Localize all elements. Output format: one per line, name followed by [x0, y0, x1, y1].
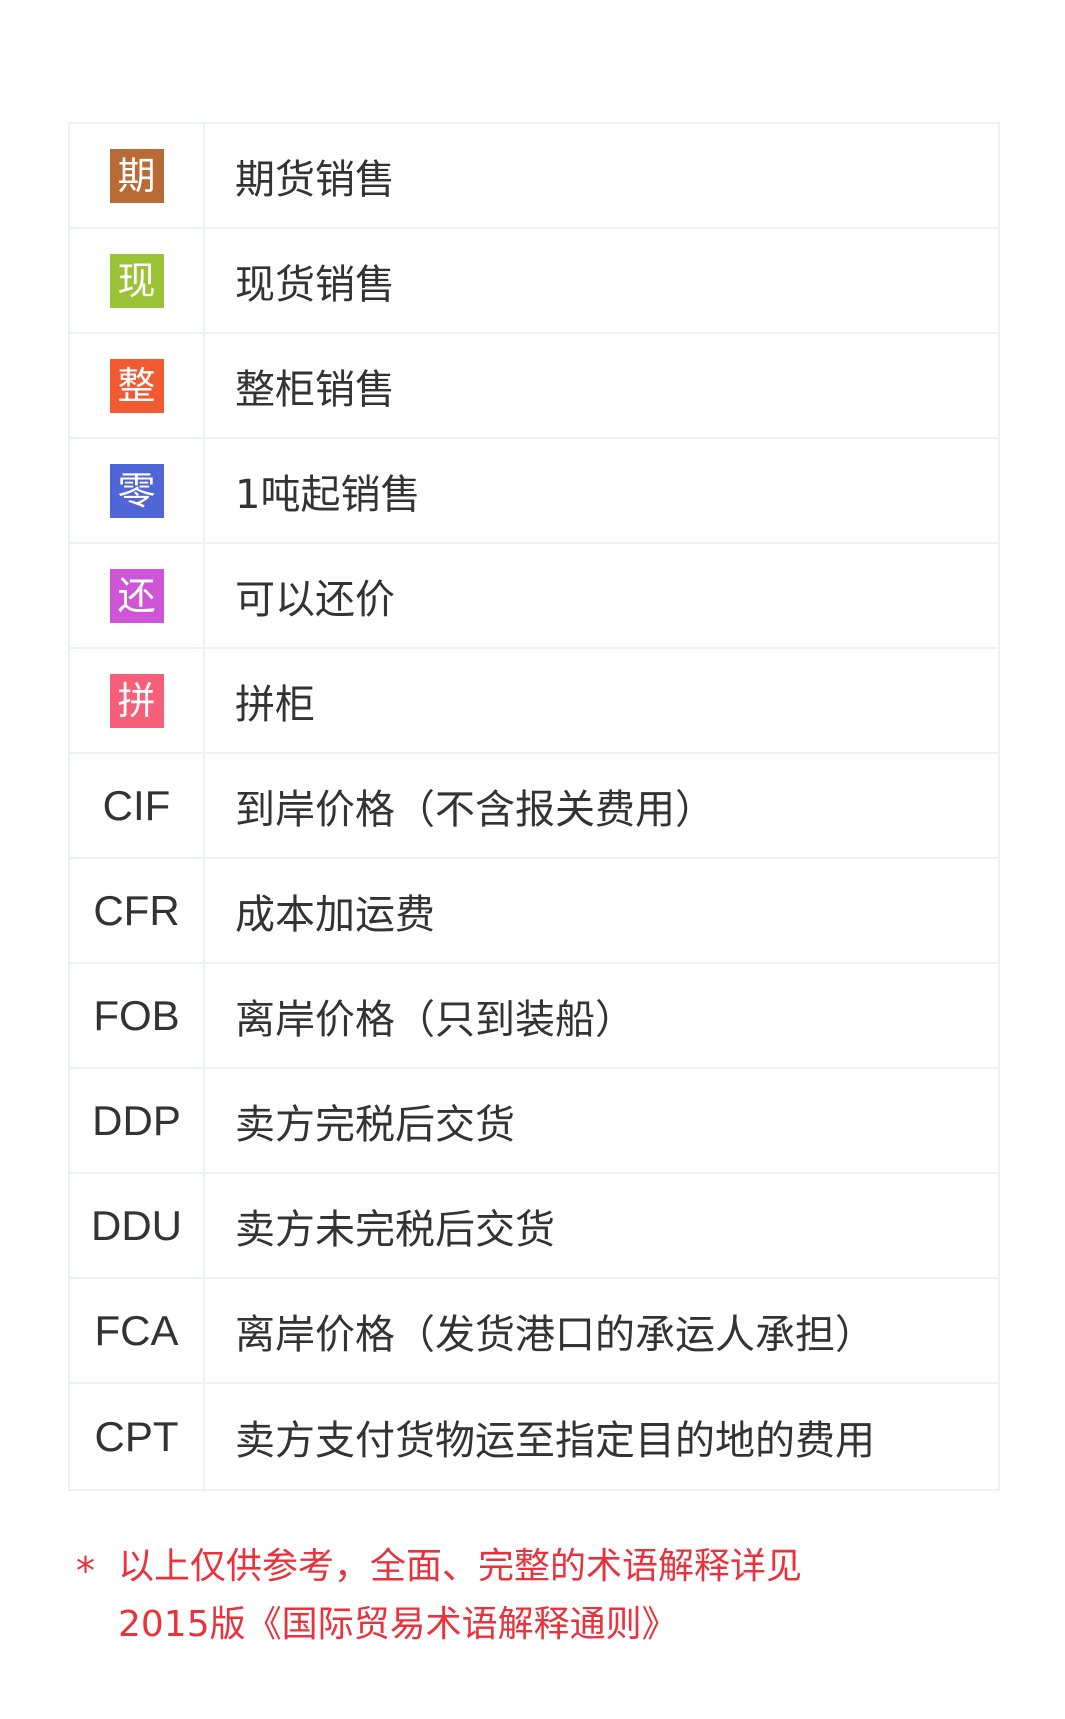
legend-code-cell: DDU — [70, 1174, 205, 1277]
legend-code-cell: FOB — [70, 964, 205, 1067]
legend-row-ddp: DDP 卖方完税后交货 — [70, 1069, 998, 1174]
legend-row-retail: 零 1吨起销售 — [70, 439, 998, 544]
legend-description: 离岸价格（发货港口的承运人承担） — [235, 1311, 875, 1358]
legend-code-cell: FCA — [70, 1279, 205, 1382]
legend-row-cfr: CFR 成本加运费 — [70, 859, 998, 964]
legend-description: 现货销售 — [235, 261, 395, 308]
legend-row-cif: CIF 到岸价格（不含报关费用） — [70, 754, 998, 859]
legend-code-cell: 期 — [70, 124, 205, 227]
legend-description: 卖方支付货物运至指定目的地的费用 — [235, 1417, 875, 1464]
term-code: CPT — [94, 1412, 179, 1460]
legend-code-cell: DDP — [70, 1069, 205, 1172]
term-code: DDP — [92, 1096, 181, 1144]
legend-row-fca: FCA 离岸价格（发货港口的承运人承担） — [70, 1279, 998, 1384]
footnote-line-2: 2015版《国际贸易术语解释通则》 — [118, 1604, 678, 1645]
legend-table: 期 期货销售 现 现货销售 整 整柜销售 零 1吨起销售 还 可以还价 拼 拼柜… — [68, 122, 1000, 1491]
legend-row-negotiable: 还 可以还价 — [70, 544, 998, 649]
legend-code-cell: CFR — [70, 859, 205, 962]
term-code: FCA — [94, 1306, 179, 1354]
futures-badge-icon: 期 — [109, 148, 164, 203]
legend-description: 可以还价 — [235, 576, 395, 623]
legend-row-ddu: DDU 卖方未完税后交货 — [70, 1174, 998, 1279]
legend-description: 到岸价格（不含报关费用） — [235, 786, 715, 833]
footnote-text: 以上仅供参考，全面、完整的术语解释详见 2015版《国际贸易术语解释通则》 — [118, 1538, 802, 1654]
asterisk-icon: * — [76, 1549, 95, 1593]
negotiable-badge-icon: 还 — [109, 568, 164, 623]
legend-description: 离岸价格（只到装船） — [235, 996, 635, 1043]
legend-code-cell: 还 — [70, 544, 205, 647]
term-code: CFR — [93, 886, 180, 934]
legend-description: 成本加运费 — [235, 891, 435, 938]
legend-code-cell: CIF — [70, 754, 205, 857]
shared-container-badge-icon: 拼 — [109, 673, 164, 728]
legend-description: 卖方完税后交货 — [235, 1101, 515, 1148]
legend-description: 卖方未完税后交货 — [235, 1206, 555, 1253]
legend-row-cpt: CPT 卖方支付货物运至指定目的地的费用 — [70, 1384, 998, 1489]
legend-code-cell: 零 — [70, 439, 205, 542]
legend-row-spot: 现 现货销售 — [70, 229, 998, 334]
term-code: FOB — [93, 991, 180, 1039]
term-code: CIF — [102, 781, 171, 829]
legend-code-cell: 现 — [70, 229, 205, 332]
legend-row-futures: 期 期货销售 — [70, 124, 998, 229]
legend-description: 整柜销售 — [235, 366, 395, 413]
legend-row-fob: FOB 离岸价格（只到装船） — [70, 964, 998, 1069]
spot-badge-icon: 现 — [109, 253, 164, 308]
legend-code-cell: 整 — [70, 334, 205, 437]
legend-row-full-container: 整 整柜销售 — [70, 334, 998, 439]
legend-description: 拼柜 — [235, 681, 315, 728]
legend-code-cell: CPT — [70, 1384, 205, 1489]
legend-row-shared-container: 拼 拼柜 — [70, 649, 998, 754]
term-code: DDU — [91, 1201, 182, 1249]
legend-code-cell: 拼 — [70, 649, 205, 752]
full-container-badge-icon: 整 — [109, 358, 164, 413]
footnote-line-1: 以上仅供参考，全面、完整的术语解释详见 — [118, 1546, 803, 1587]
retail-badge-icon: 零 — [109, 463, 164, 518]
legend-description: 1吨起销售 — [235, 471, 421, 518]
legend-description: 期货销售 — [235, 156, 395, 203]
